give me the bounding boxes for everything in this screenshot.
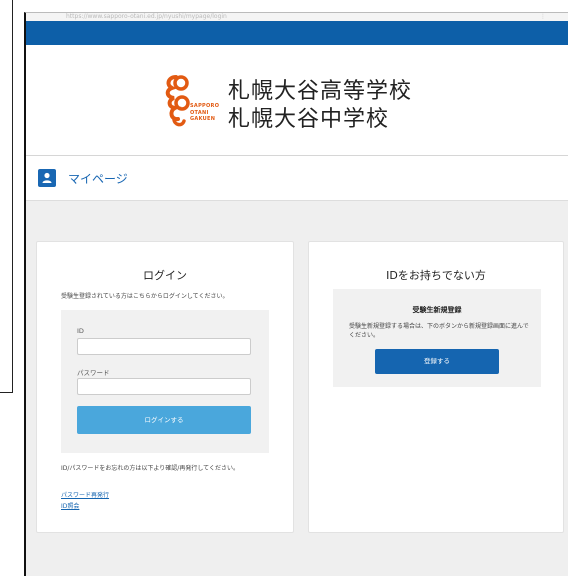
register-card: IDをお持ちでない方 受験生新規登録 受験生新規登録する場合は、下のボタンから新… xyxy=(308,241,564,533)
login-form-box: ID パスワード ログインする xyxy=(61,310,269,453)
id-lookup-link[interactable]: ID照会 xyxy=(61,501,79,510)
register-box-title: 受験生新規登録 xyxy=(412,306,462,314)
browser-window: https://www.sapporo-otani.ed.jp/nyushi/m… xyxy=(24,12,568,576)
register-description: 受験生新規登録する場合は、下のボタンから新規登録画面に進んでください。 xyxy=(349,323,529,339)
address-text: https://www.sapporo-otani.ed.jp/nyushi/m… xyxy=(66,13,227,20)
mypage-header: マイページ xyxy=(26,156,568,201)
mypage-title: マイページ xyxy=(68,172,128,186)
login-intro: 受験生登録されている方はこちらからログインしてください。 xyxy=(61,293,229,300)
password-label: パスワード xyxy=(77,369,110,377)
login-button[interactable]: ログインする xyxy=(77,406,251,434)
login-title: ログイン xyxy=(143,269,187,282)
forgot-text: ID/パスワードをお忘れの方は以下より確認/再発行してください。 xyxy=(61,465,239,472)
register-button[interactable]: 登録する xyxy=(375,349,499,374)
user-icon xyxy=(38,169,56,187)
password-reissue-link[interactable]: パスワード再発行 xyxy=(61,490,109,499)
login-card: ログイン 受験生登録されている方はこちらからログインしてください。 ID パスワ… xyxy=(36,241,294,533)
browser-address-bar[interactable]: https://www.sapporo-otani.ed.jp/nyushi/m… xyxy=(26,13,568,21)
top-accent-bar xyxy=(26,21,568,45)
register-title: IDをお持ちでない方 xyxy=(386,269,486,282)
id-input[interactable] xyxy=(77,338,251,355)
logo-english-text: SAPPORO OTANI GAKUEN xyxy=(190,103,220,122)
school-name-junior: 札幌大谷中学校 xyxy=(228,107,390,132)
register-box: 受験生新規登録 受験生新規登録する場合は、下のボタンから新規登録画面に進んでくだ… xyxy=(333,289,541,387)
password-input[interactable] xyxy=(77,378,251,395)
site-header: SAPPORO OTANI GAKUEN 札幌大谷高等学校 札幌大谷中学校 xyxy=(26,45,568,156)
browser-menu-icon[interactable]: ⋮ xyxy=(540,13,546,21)
id-label: ID xyxy=(77,327,84,335)
school-logo-icon xyxy=(165,75,190,127)
background-window-edge xyxy=(0,0,13,393)
